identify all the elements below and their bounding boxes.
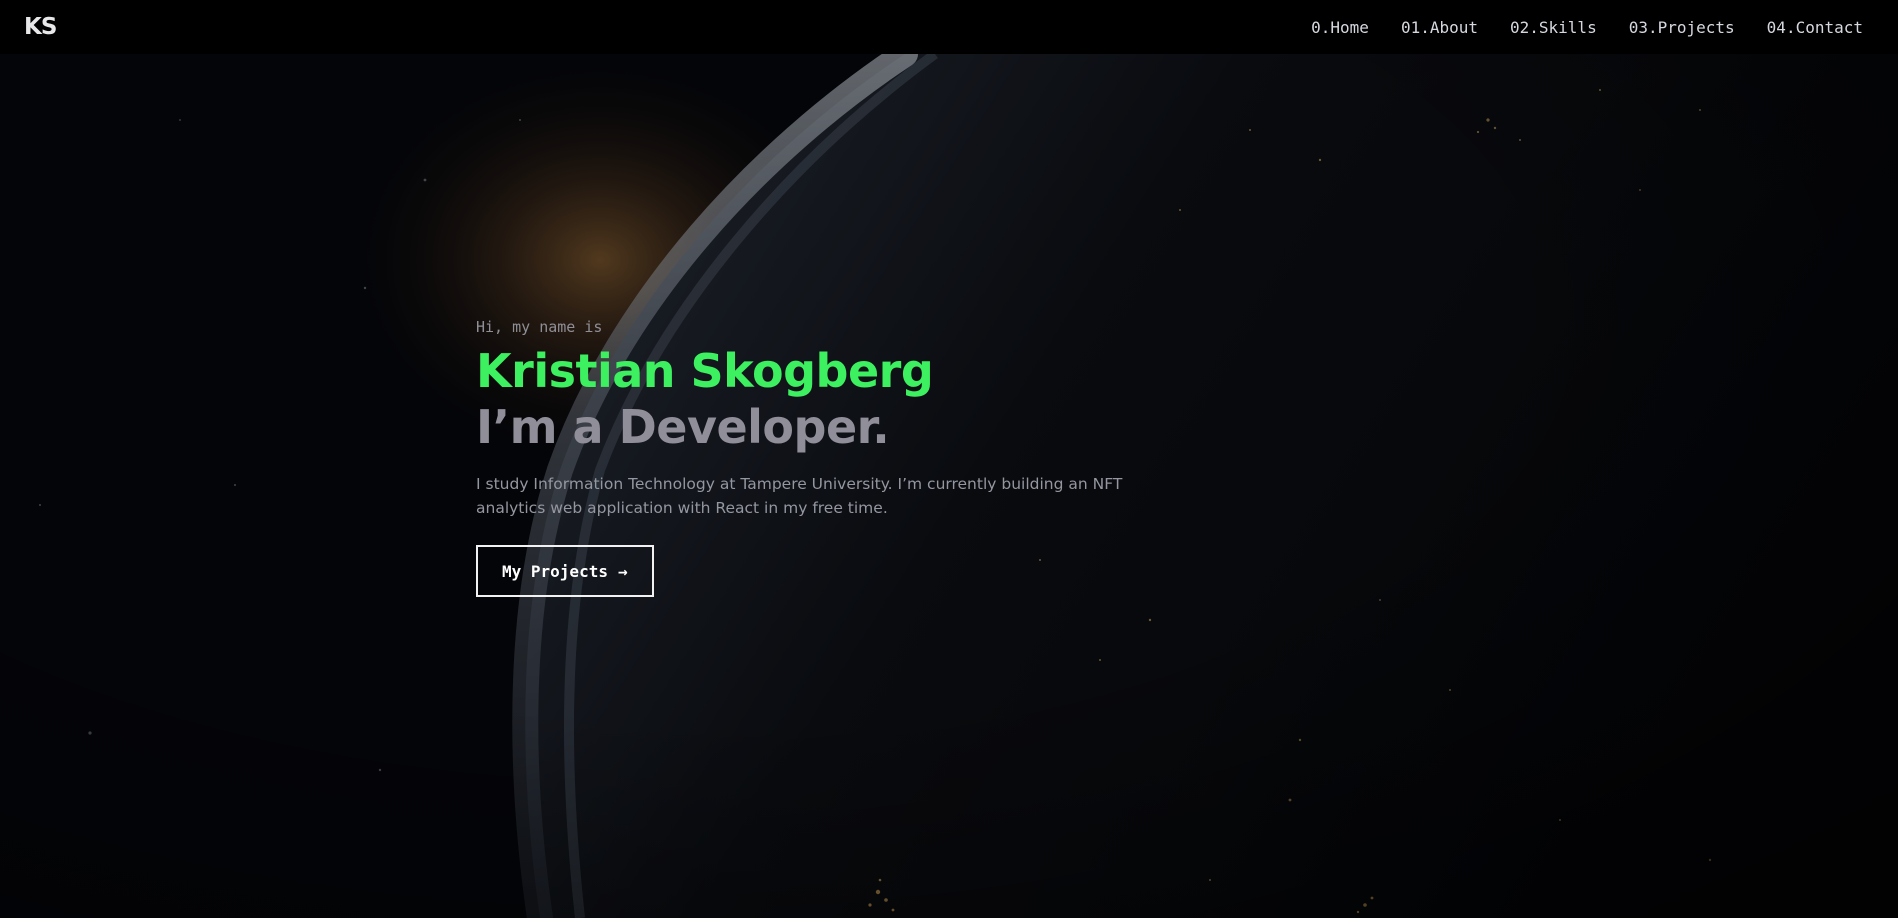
- hero-greeting: Hi, my name is: [476, 318, 603, 336]
- nav-links: 0.Home 01.About 02.Skills 03.Projects 04…: [1311, 18, 1863, 37]
- nav-link-about[interactable]: 01.About: [1401, 18, 1478, 37]
- arrow-right-icon: →: [617, 561, 628, 581]
- nav-link-contact[interactable]: 04.Contact: [1767, 18, 1863, 37]
- page: KS 0.Home 01.About 02.Skills 03.Projects…: [0, 0, 1898, 918]
- hero-name: Kristian Skogberg: [476, 344, 934, 398]
- nav-link-home[interactable]: 0.Home: [1311, 18, 1369, 37]
- hero-section: Hi, my name is Kristian Skogberg I’m a D…: [476, 318, 1156, 597]
- hero-role: I’m a Developer.: [476, 400, 890, 454]
- nav-link-skills[interactable]: 02.Skills: [1510, 18, 1597, 37]
- nav-link-projects[interactable]: 03.Projects: [1629, 18, 1735, 37]
- my-projects-button[interactable]: My Projects →: [476, 545, 654, 597]
- navbar: KS 0.Home 01.About 02.Skills 03.Projects…: [0, 0, 1898, 54]
- logo[interactable]: KS: [24, 14, 57, 40]
- hero-bio: I study Information Technology at Tamper…: [476, 475, 1123, 517]
- my-projects-button-label: My Projects: [502, 561, 608, 581]
